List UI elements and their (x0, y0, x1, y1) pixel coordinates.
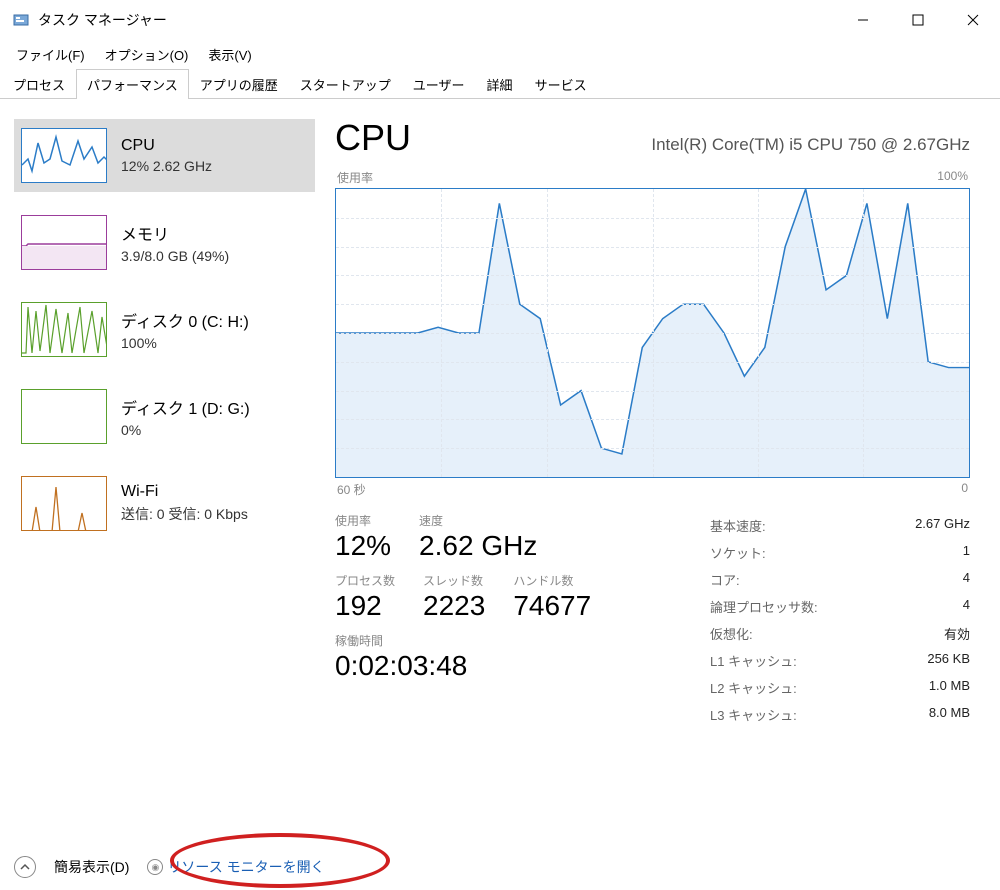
spec-label: 論理プロセッサ数: (710, 597, 963, 616)
content: CPU 12% 2.62 GHz メモリ 3.9/8.0 GB (49%) ディ… (0, 99, 1000, 839)
titlebar: タスク マネージャー (0, 0, 1000, 40)
graph-x-right: 0 (961, 481, 968, 498)
graph-x-left: 60 秒 (337, 481, 366, 498)
spec-label: L2 キャッシュ: (710, 678, 929, 697)
resource-monitor-label: リソース モニターを開く (167, 857, 324, 877)
sidebar-memory-sub: 3.9/8.0 GB (49%) (121, 248, 229, 264)
spec-row: L3 キャッシュ:8.0 MB (710, 701, 970, 728)
spec-value: 有効 (944, 624, 970, 643)
spec-value: 2.67 GHz (915, 516, 970, 535)
tab-performance[interactable]: パフォーマンス (76, 69, 189, 99)
spec-value: 1.0 MB (929, 678, 970, 697)
spec-row: L1 キャッシュ:256 KB (710, 647, 970, 674)
disk0-thumb-icon (21, 302, 107, 357)
spec-row: 仮想化:有効 (710, 620, 970, 647)
spec-label: 基本速度: (710, 516, 915, 535)
tab-users[interactable]: ユーザー (402, 69, 476, 99)
menu-view[interactable]: 表示(V) (200, 42, 259, 67)
sidebar-disk1-title: ディスク 1 (D: G:) (121, 395, 250, 419)
spec-label: コア: (710, 570, 963, 589)
stat-handles-value: 74677 (513, 590, 591, 622)
app-icon (12, 11, 30, 29)
window-controls (835, 0, 1000, 40)
spec-label: L1 キャッシュ: (710, 651, 927, 670)
spec-value: 1 (963, 543, 970, 562)
tab-processes[interactable]: プロセス (2, 69, 76, 99)
sidebar-disk0-sub: 100% (121, 335, 249, 351)
sidebar-wifi-title: Wi-Fi (121, 483, 248, 501)
tab-app-history[interactable]: アプリの履歴 (189, 69, 289, 99)
stat-speed-label: 速度 (419, 512, 537, 530)
window-title: タスク マネージャー (38, 10, 835, 30)
spec-label: ソケット: (710, 543, 963, 562)
stat-threads-value: 2223 (423, 590, 485, 622)
resource-monitor-icon: ◉ (147, 859, 163, 875)
spec-value: 8.0 MB (929, 705, 970, 724)
spec-label: L3 キャッシュ: (710, 705, 929, 724)
main-subtitle: Intel(R) Core(TM) i5 CPU 750 @ 2.67GHz (651, 135, 970, 155)
simple-view-button[interactable]: 簡易表示(D) (54, 857, 129, 877)
resource-monitor-link[interactable]: ◉ リソース モニターを開く (147, 857, 324, 877)
sidebar-item-disk1[interactable]: ディスク 1 (D: G:) 0% (14, 380, 315, 453)
bottombar: 簡易表示(D) ◉ リソース モニターを開く (14, 856, 325, 878)
wifi-thumb-icon (21, 476, 107, 531)
specs-list: 基本速度:2.67 GHzソケット:1コア:4論理プロセッサ数:4仮想化:有効L… (710, 512, 970, 728)
tab-startup[interactable]: スタートアップ (289, 69, 402, 99)
close-button[interactable] (945, 0, 1000, 40)
stat-uptime-label: 稼働時間 (335, 632, 710, 650)
sidebar-disk1-sub: 0% (121, 422, 250, 438)
stat-usage-value: 12% (335, 530, 391, 562)
spec-value: 4 (963, 597, 970, 616)
sidebar-item-wifi[interactable]: Wi-Fi 送信: 0 受信: 0 Kbps (14, 467, 315, 540)
spec-value: 256 KB (927, 651, 970, 670)
sidebar-item-memory[interactable]: メモリ 3.9/8.0 GB (49%) (14, 206, 315, 279)
cpu-thumb-icon (21, 128, 107, 183)
disk1-thumb-icon (21, 389, 107, 444)
main-panel: CPU Intel(R) Core(TM) i5 CPU 750 @ 2.67G… (325, 99, 1000, 839)
sidebar-cpu-sub: 12% 2.62 GHz (121, 158, 212, 174)
sidebar-item-cpu[interactable]: CPU 12% 2.62 GHz (14, 119, 315, 192)
stat-speed-value: 2.62 GHz (419, 530, 537, 562)
maximize-button[interactable] (890, 0, 945, 40)
menu-file[interactable]: ファイル(F) (8, 42, 93, 67)
menu-options[interactable]: オプション(O) (97, 42, 197, 67)
memory-thumb-icon (21, 215, 107, 270)
menubar: ファイル(F) オプション(O) 表示(V) (0, 40, 1000, 68)
sidebar-wifi-sub: 送信: 0 受信: 0 Kbps (121, 504, 248, 524)
stat-threads-label: スレッド数 (423, 572, 485, 590)
sidebar-cpu-title: CPU (121, 137, 212, 155)
stat-handles-label: ハンドル数 (513, 572, 591, 590)
spec-row: コア:4 (710, 566, 970, 593)
spec-value: 4 (963, 570, 970, 589)
stat-usage-label: 使用率 (335, 512, 391, 530)
spec-label: 仮想化: (710, 624, 944, 643)
spec-row: ソケット:1 (710, 539, 970, 566)
spec-row: 論理プロセッサ数:4 (710, 593, 970, 620)
spec-row: 基本速度:2.67 GHz (710, 512, 970, 539)
stat-uptime-value: 0:02:03:48 (335, 650, 710, 682)
sidebar-item-disk0[interactable]: ディスク 0 (C: H:) 100% (14, 293, 315, 366)
tabs: プロセス パフォーマンス アプリの履歴 スタートアップ ユーザー 詳細 サービス (0, 68, 1000, 99)
stat-processes-label: プロセス数 (335, 572, 395, 590)
tab-services[interactable]: サービス (524, 69, 598, 99)
spec-row: L2 キャッシュ:1.0 MB (710, 674, 970, 701)
stat-processes-value: 192 (335, 590, 395, 622)
graph-label-max: 100% (937, 169, 968, 186)
graph-label-usage: 使用率 (337, 169, 373, 186)
tab-details[interactable]: 詳細 (476, 69, 524, 99)
main-title: CPU (335, 117, 411, 159)
cpu-graph (335, 188, 970, 478)
sidebar-disk0-title: ディスク 0 (C: H:) (121, 308, 249, 332)
chevron-up-icon[interactable] (14, 856, 36, 878)
sidebar-memory-title: メモリ (121, 221, 229, 245)
minimize-button[interactable] (835, 0, 890, 40)
sidebar: CPU 12% 2.62 GHz メモリ 3.9/8.0 GB (49%) ディ… (0, 99, 325, 839)
